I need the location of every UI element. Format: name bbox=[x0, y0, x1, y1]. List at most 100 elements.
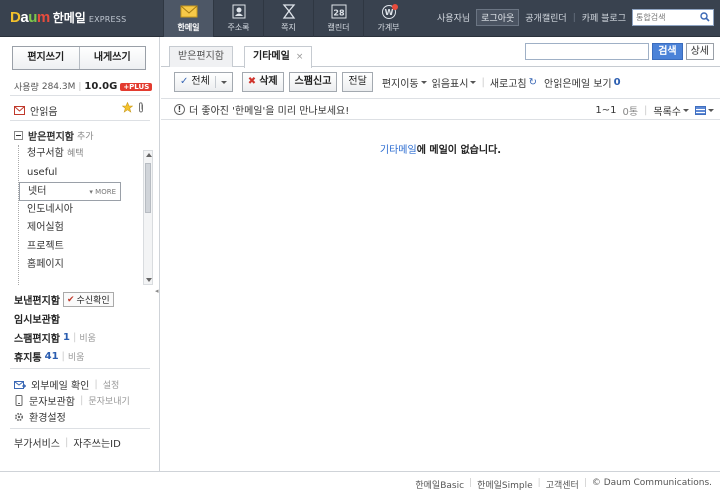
link-public-calendar[interactable]: 공개캘린더 bbox=[525, 11, 566, 24]
frequent-id-link[interactable]: 자주쓰는ID bbox=[73, 435, 120, 450]
chevron-down-icon bbox=[708, 109, 714, 112]
service-tab-label: 한메일 bbox=[177, 23, 200, 32]
calendar-day: 28 bbox=[333, 9, 345, 18]
unread-filter[interactable]: 안읽음 bbox=[14, 103, 58, 118]
folder-item[interactable]: useful bbox=[19, 164, 154, 183]
detail-search-button[interactable]: 상세 bbox=[685, 43, 714, 60]
main-content: 받은편지함 기타메일 × 검색 상세 ✓ 전체 ✖ 삭제 스팸신고 전달 편지이동… bbox=[161, 37, 720, 471]
mail-icon bbox=[180, 5, 197, 18]
service-tabs: 한메일 주소록 쪽지 28 캘린더 W 가계부 bbox=[163, 0, 413, 37]
external-mail-link[interactable]: 외부메일 확인 bbox=[31, 377, 89, 392]
sms-send-link[interactable]: 문자보내기 bbox=[88, 394, 129, 407]
refresh-icon: ↻ bbox=[528, 76, 538, 88]
folder-scrollbar[interactable] bbox=[143, 150, 153, 285]
scroll-thumb[interactable] bbox=[145, 163, 151, 213]
page-range: 1~1 bbox=[595, 105, 617, 116]
service-tab-mail[interactable]: 한메일 bbox=[163, 0, 213, 37]
divider bbox=[10, 428, 150, 429]
footer-link-simple[interactable]: 한메일Simple bbox=[477, 478, 533, 491]
folder-item[interactable]: 프로젝트 bbox=[19, 238, 154, 257]
close-tab-icon[interactable]: × bbox=[296, 52, 304, 62]
list-view-icon bbox=[695, 106, 706, 115]
spam-link[interactable]: 스팸편지함 bbox=[14, 330, 60, 345]
calendar-icon: 28 bbox=[331, 4, 346, 19]
forward-button[interactable]: 전달 bbox=[342, 72, 373, 92]
global-search-input[interactable] bbox=[633, 10, 695, 25]
service-tab-label: 캘린더 bbox=[327, 23, 350, 32]
list-count-dropdown[interactable]: 목록수 bbox=[653, 103, 689, 118]
empty-trash-link[interactable]: 비움 bbox=[68, 350, 85, 363]
select-all-dropdown[interactable]: ✓ 전체 bbox=[174, 72, 233, 92]
service-tab-calendar[interactable]: 28 캘린더 bbox=[313, 0, 363, 37]
promo-text[interactable]: 더 좋아진 '한메일'을 미리 만나보세요! bbox=[189, 102, 349, 117]
mail-toolbar: ✓ 전체 ✖ 삭제 스팸신고 전달 편지이동 읽음표시 | 새로고침 ↻ 안읽은메… bbox=[161, 67, 720, 97]
search-icon[interactable] bbox=[700, 12, 710, 22]
star-icon[interactable] bbox=[122, 102, 133, 113]
external-mail-settings-link[interactable]: 설정 bbox=[103, 378, 120, 391]
inbox-link[interactable]: 받은편지함 bbox=[28, 128, 74, 143]
footer-link-support[interactable]: 고객센터 bbox=[546, 478, 579, 491]
logout-button[interactable]: 로그아웃 bbox=[476, 9, 520, 26]
sidebar-collapse-handle[interactable]: ◂ bbox=[155, 287, 160, 301]
daum-logo[interactable]: Daum 한메일 EXPRESS bbox=[10, 9, 126, 26]
scroll-up-arrow-icon[interactable] bbox=[146, 153, 152, 157]
refresh-button[interactable]: 새로고침 ↻ bbox=[490, 75, 537, 90]
unread-view-link[interactable]: 안읽은메일 보기 0 bbox=[544, 75, 621, 90]
service-tab-notes[interactable]: 쪽지 bbox=[263, 0, 313, 37]
tab-inbox[interactable]: 받은편지함 bbox=[169, 46, 233, 67]
empty-spam-link[interactable]: 비움 bbox=[79, 331, 96, 344]
compose-button[interactable]: 편지쓰기 bbox=[13, 47, 79, 69]
unread-label: 안읽음 bbox=[30, 107, 58, 118]
empty-state-message: 기타메일에 메일이 없습니다. bbox=[161, 141, 720, 156]
trash-link[interactable]: 휴지통 bbox=[14, 349, 42, 364]
self-compose-button[interactable]: 내게쓰기 bbox=[78, 47, 145, 69]
delete-x-icon: ✖ bbox=[247, 76, 257, 87]
app-title: 한메일 bbox=[52, 11, 86, 25]
extra-links-row: 부가서비스 | 자주쓰는ID bbox=[14, 435, 121, 450]
footer-link-basic[interactable]: 한메일Basic bbox=[415, 478, 464, 491]
settings-row[interactable]: 환경설정 bbox=[14, 409, 66, 424]
divider bbox=[10, 120, 150, 121]
tab-other-mail[interactable]: 기타메일 × bbox=[244, 46, 313, 68]
paperclip-icon[interactable] bbox=[137, 102, 145, 113]
plus-badge[interactable]: +PLUS bbox=[120, 82, 153, 91]
service-tab-label: 주소록 bbox=[227, 23, 250, 32]
folder-more-menu[interactable]: ▾ MORE bbox=[89, 183, 116, 201]
folder-list: 청구서함 혜택 useful 넷터 ▾ MORE 인도네시아 제어실험 프로젝트 … bbox=[18, 145, 154, 285]
quick-filters bbox=[122, 102, 145, 113]
add-folder-link[interactable]: 추가 bbox=[77, 129, 94, 142]
service-tab-contacts[interactable]: 주소록 bbox=[213, 0, 263, 37]
chevron-down-icon bbox=[683, 109, 689, 112]
top-right-menu: 사용자님 로그아웃 공개캘린더 | 카페 블로그 bbox=[437, 9, 714, 26]
scroll-down-arrow-icon[interactable] bbox=[146, 278, 152, 282]
contacts-icon bbox=[232, 4, 245, 19]
divider bbox=[10, 95, 150, 96]
footer-copyright: © Daum Communications. bbox=[591, 478, 712, 488]
usage-label: 사용량 bbox=[14, 83, 39, 93]
footer: 한메일Basic | 한메일Simple | 고객센터 | © Daum Com… bbox=[0, 471, 720, 495]
sent-link[interactable]: 보낸편지함 bbox=[14, 292, 60, 307]
folder-item[interactable]: 제어실험 bbox=[19, 219, 154, 238]
move-dropdown[interactable]: 편지이동 bbox=[382, 75, 427, 90]
sms-box-link[interactable]: 문자보관함 bbox=[29, 393, 75, 408]
addons-link[interactable]: 부가서비스 bbox=[14, 435, 60, 450]
delete-button[interactable]: ✖ 삭제 bbox=[241, 72, 284, 92]
divider bbox=[10, 368, 150, 369]
temp-folder[interactable]: 임시보관함 bbox=[14, 311, 60, 326]
view-mode-dropdown[interactable] bbox=[695, 106, 714, 115]
spam-report-button[interactable]: 스팸신고 bbox=[288, 72, 338, 92]
search-button[interactable]: 검색 bbox=[652, 43, 683, 60]
mail-search-input[interactable] bbox=[525, 43, 650, 60]
mark-read-dropdown[interactable]: 읽음표시 bbox=[432, 75, 477, 90]
folder-item-selected[interactable]: 넷터 ▾ MORE bbox=[19, 182, 121, 201]
empty-folder-name: 기타메일 bbox=[379, 145, 417, 156]
external-mail-row: 외부메일 확인 | 설정 bbox=[14, 377, 119, 392]
collapse-icon[interactable] bbox=[14, 131, 23, 140]
folder-item[interactable]: 인도네시아 bbox=[19, 201, 154, 220]
link-cafe-blog[interactable]: 카페 블로그 bbox=[582, 11, 626, 24]
folder-item[interactable]: 홈페이지 bbox=[19, 256, 154, 275]
folder-item[interactable]: 청구서함 혜택 bbox=[19, 145, 154, 164]
unread-count: 0 bbox=[613, 76, 621, 88]
service-tab-ledger[interactable]: W 가계부 bbox=[363, 0, 413, 37]
read-receipt-button[interactable]: ✔ 수신확인 bbox=[63, 292, 114, 307]
